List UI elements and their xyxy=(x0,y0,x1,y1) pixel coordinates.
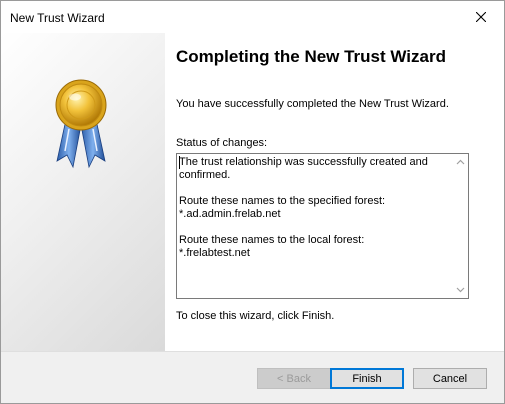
chevron-up-icon xyxy=(456,159,464,165)
text-caret xyxy=(179,156,180,169)
wizard-content: Completing the New Trust Wizard You have… xyxy=(165,33,504,351)
page-title: Completing the New Trust Wizard xyxy=(176,47,446,66)
wizard-window: New Trust Wizard Completing the New Trus… xyxy=(0,0,505,404)
status-text: The trust relationship was successfully … xyxy=(179,156,451,260)
completion-message: You have successfully completed the New … xyxy=(176,98,449,110)
status-textbox[interactable]: The trust relationship was successfully … xyxy=(176,153,469,299)
award-ribbon-icon xyxy=(55,79,107,169)
wizard-side-panel xyxy=(1,33,165,351)
status-label: Status of changes: xyxy=(176,137,268,149)
cancel-button[interactable]: Cancel xyxy=(413,368,487,389)
chevron-down-icon xyxy=(456,287,464,293)
status-line-specified-forest: Route these names to the specified fores… xyxy=(179,195,386,220)
status-line-trust: The trust relationship was successfully … xyxy=(179,156,428,181)
scroll-up-button[interactable] xyxy=(452,154,468,170)
window-title: New Trust Wizard xyxy=(10,11,105,25)
finish-button[interactable]: Finish xyxy=(330,368,404,389)
close-icon xyxy=(476,12,486,22)
status-line-local-forest: Route these names to the local forest: *… xyxy=(179,234,365,259)
button-bar: < Back Finish Cancel xyxy=(1,351,504,403)
title-bar: New Trust Wizard xyxy=(1,1,504,33)
close-instruction: To close this wizard, click Finish. xyxy=(176,310,335,322)
back-button[interactable]: < Back xyxy=(257,368,331,389)
status-scrollbar[interactable] xyxy=(452,154,468,298)
scroll-down-button[interactable] xyxy=(452,282,468,298)
close-button[interactable] xyxy=(458,1,504,33)
